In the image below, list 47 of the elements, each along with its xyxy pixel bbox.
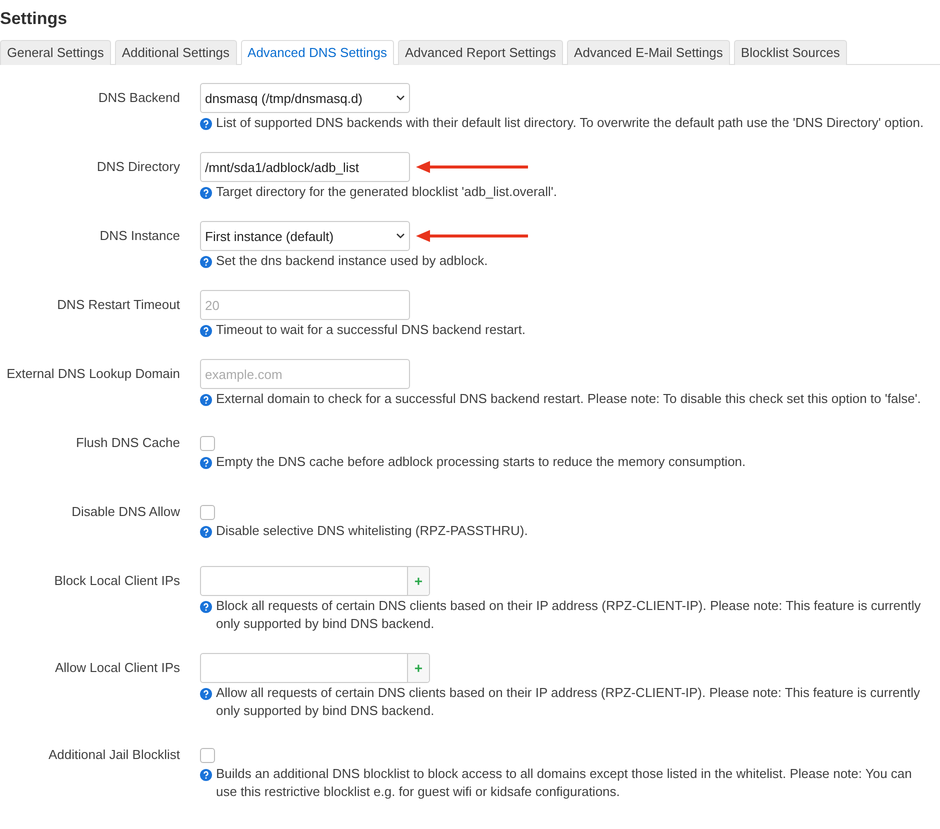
input-field[interactable]: /mnt/sda1/adblock/adb_list [200,152,410,182]
tab[interactable]: Advanced DNS Settings [240,40,394,65]
tab[interactable]: Advanced E-Mail Settings [567,40,730,65]
field-description: Builds an additional DNS blocklist to block access to all domains except those listed in the whitelist. Please note: You can use this restrictive blocklist e.g. for guest wifi or kidsafe configurations. [216,765,913,801]
field-description: List of supported DNS backends with their default list directory. To overwrite the default path use the 'DNS Directory' option. [216,114,924,132]
help-icon [200,457,212,469]
field-label: DNS Backend [97,89,181,107]
field-label: External DNS Lookup Domain [6,365,181,383]
field-description: Allow all requests of certain DNS clients based on their IP address (RPZ-CLIENT-IP). Please note: This feature is currently only supported by bind DNS backend. [216,684,921,720]
field-label: Flush DNS Cache [74,434,181,452]
tab[interactable]: General Settings [0,40,111,65]
chevron-down-icon [396,233,405,239]
field-label: DNS Instance [98,227,181,245]
help-icon [200,688,212,700]
chevron-down-icon [396,95,405,101]
field-label: DNS Restart Timeout [56,296,181,314]
field-description: Empty the DNS cache before adblock processing starts to reduce the memory consumption. [216,453,746,471]
help-icon [200,256,212,268]
tab[interactable]: Blocklist Sources [734,40,847,65]
page-title: Settings [0,8,68,30]
field-description: Target directory for the generated blocklist 'adb_list.overall'. [216,183,557,201]
dropdown[interactable]: dnsmasq (/tmp/dnsmasq.d) [200,83,410,113]
tab[interactable]: Advanced Report Settings [398,40,564,65]
tab[interactable]: Additional Settings [114,40,237,65]
help-icon [200,526,212,538]
field-label: Allow Local Client IPs [54,659,181,677]
field-description: Disable selective DNS whitelisting (RPZ-PASSTHRU). [216,522,528,540]
input-field[interactable]: example.com [200,359,410,389]
help-icon [200,187,212,199]
field-label: Additional Jail Blocklist [47,746,181,764]
field-label: Block Local Client IPs [53,572,181,590]
checkbox[interactable] [200,748,215,763]
checkbox[interactable] [200,505,215,520]
help-icon [200,601,212,613]
help-icon [200,118,212,130]
field-description: Set the dns backend instance used by adblock. [216,252,488,270]
field-description: Block all requests of certain DNS clients based on their IP address (RPZ-CLIENT-IP). Please note: This feature is currently only supported by bind DNS backend. [216,597,922,633]
field-label: DNS Directory [96,158,181,176]
input-field[interactable]: 20 [200,290,410,320]
checkbox[interactable] [200,436,215,451]
field-description: External domain to check for a successful DNS backend restart. Please note: To disable this check set this option to 'false'. [216,390,921,408]
help-icon [200,394,212,406]
dropdown[interactable]: First instance (default) [200,221,410,251]
field-label: Disable DNS Allow [70,503,181,521]
field-description: Timeout to wait for a successful DNS backend restart. [216,321,526,339]
help-icon [200,325,212,337]
help-icon [200,769,212,781]
